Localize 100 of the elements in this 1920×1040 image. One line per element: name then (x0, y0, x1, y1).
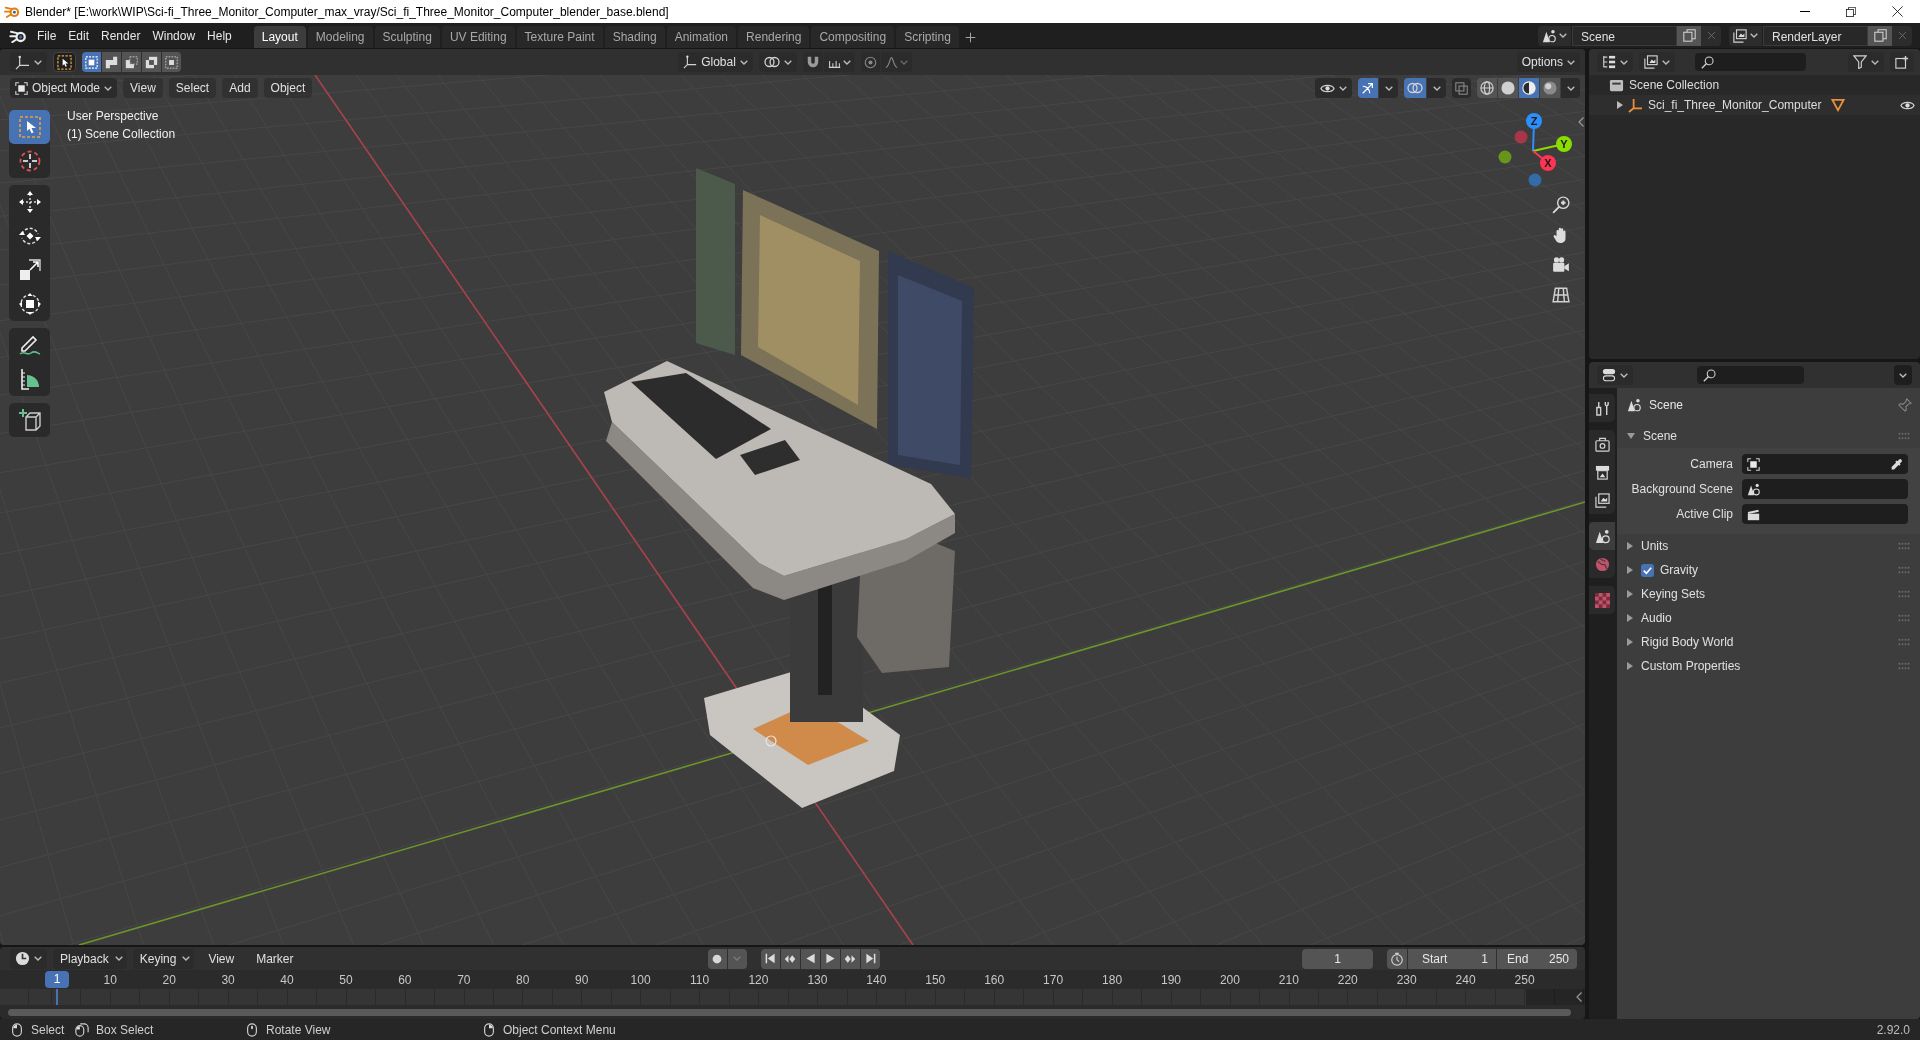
data-field[interactable] (1742, 504, 1908, 524)
panel-header[interactable]: Audio (1627, 606, 1912, 630)
workspace-tab[interactable]: Shading (604, 26, 665, 48)
select-mode-button[interactable] (82, 52, 101, 72)
options-dropdown[interactable]: Options (1516, 52, 1580, 72)
select-mode-button[interactable] (122, 52, 141, 72)
menu-item[interactable]: Object (263, 78, 313, 98)
panel-options-dropdown[interactable] (1894, 365, 1912, 385)
checkbox[interactable] (1641, 563, 1654, 577)
end-frame-field[interactable]: End 250 (1497, 948, 1577, 969)
data-field[interactable] (1742, 479, 1908, 499)
menu-item[interactable]: File (31, 25, 63, 46)
select-mode-button[interactable] (162, 52, 181, 72)
pin-icon[interactable] (1898, 398, 1912, 412)
negative-axis-handle[interactable] (1498, 150, 1512, 164)
scene-name-field[interactable]: Scene (1572, 25, 1677, 46)
drag-handle-icon[interactable] (1898, 638, 1910, 646)
menu-dropdown[interactable]: Keying (132, 948, 195, 969)
tool-button[interactable] (9, 110, 50, 144)
data-field[interactable] (1742, 454, 1908, 474)
horizontal-scrollbar[interactable] (8, 1008, 1571, 1016)
new-collection-button[interactable] (1890, 52, 1914, 72)
menu-dropdown[interactable]: Playback (53, 948, 127, 969)
editor-type-button[interactable] (10, 52, 47, 72)
editor-type-button[interactable] (1597, 365, 1633, 385)
drag-handle-icon[interactable] (1898, 432, 1910, 440)
workspace-tab[interactable]: Rendering (738, 26, 810, 48)
workspace-tab[interactable]: Modeling (307, 26, 373, 48)
drag-handle-icon[interactable] (1898, 614, 1910, 622)
start-frame-field[interactable]: Start 1 (1408, 948, 1496, 969)
view-layer-dropdown[interactable] (1639, 52, 1675, 72)
display-mode-button[interactable] (1597, 52, 1633, 72)
record-button[interactable] (707, 948, 727, 969)
outliner-item[interactable]: Scene Collection (1589, 75, 1920, 95)
panel-header[interactable]: Units (1627, 534, 1912, 558)
filter-dropdown[interactable] (1848, 52, 1884, 72)
eyedropper-icon[interactable] (1890, 457, 1903, 471)
workspace-tab[interactable]: UV Editing (441, 26, 515, 48)
panel-header[interactable]: Custom Properties (1627, 654, 1912, 678)
pivot-dropdown[interactable] (758, 52, 797, 72)
menu-item[interactable]: View (123, 78, 163, 98)
menu-item[interactable]: Window (146, 25, 202, 46)
search-field[interactable] (1695, 53, 1806, 71)
menu-item[interactable]: Select (168, 78, 217, 98)
overlay-toggle[interactable] (1404, 78, 1426, 98)
outliner-item[interactable]: Sci_fi_Three_Monitor_Computer (1589, 95, 1920, 115)
select-mode-button[interactable] (102, 52, 121, 72)
proportional-edit-toggle[interactable] (860, 52, 880, 72)
chevron-left-icon[interactable] (1578, 117, 1584, 127)
jump-to-start-button[interactable] (760, 948, 780, 969)
axis-handle[interactable]: Y (1532, 136, 1572, 152)
orientation-dropdown[interactable]: Global (678, 52, 753, 72)
shading-dropdown[interactable] (1561, 78, 1580, 98)
active-tool-button[interactable] (53, 52, 76, 72)
gizmo-dropdown[interactable] (1379, 78, 1398, 98)
negative-axis-handle[interactable] (1528, 173, 1542, 187)
workspace-tab[interactable]: Animation (666, 26, 737, 48)
workspace-tab[interactable]: Compositing (811, 26, 895, 48)
panel-header[interactable]: Scene (1627, 424, 1912, 448)
zoom-icon[interactable] (1552, 196, 1570, 214)
search-field[interactable] (1697, 366, 1804, 384)
axis-handle[interactable]: Z (1526, 113, 1542, 152)
properties-tab[interactable] (1589, 522, 1615, 550)
perspective-grid-icon[interactable] (1552, 286, 1570, 304)
visibility-dropdown[interactable] (1315, 78, 1352, 98)
drag-handle-icon[interactable] (1898, 590, 1910, 598)
falloff-dropdown[interactable] (880, 52, 912, 72)
workspace-tab[interactable]: Scripting (896, 26, 959, 48)
view-layer-browse-button[interactable] (1729, 25, 1762, 46)
menu-item[interactable]: View (200, 951, 243, 966)
workspace-tab[interactable]: Layout (253, 26, 306, 48)
triangle-right-icon[interactable] (1617, 101, 1623, 109)
previous-keyframe-button[interactable] (780, 948, 800, 969)
drag-handle-icon[interactable] (1898, 662, 1910, 670)
workspace-tab[interactable]: Sculpting (374, 26, 440, 48)
next-keyframe-button[interactable] (840, 948, 860, 969)
jump-to-end-button[interactable] (860, 948, 880, 969)
chevron-left-icon[interactable] (1576, 992, 1582, 1002)
movie-camera-icon[interactable] (1552, 256, 1570, 274)
shading-button[interactable] (1477, 78, 1497, 98)
xray-toggle[interactable] (1452, 78, 1471, 98)
panel-header[interactable]: Rigid Body World (1627, 630, 1912, 654)
negative-axis-handle[interactable] (1514, 130, 1528, 144)
drag-handle-icon[interactable] (1898, 566, 1910, 574)
panel-header[interactable]: Keying Sets (1627, 582, 1912, 606)
menu-item[interactable]: Help (201, 25, 238, 46)
snap-target-dropdown[interactable] (823, 52, 855, 72)
snap-toggle[interactable] (802, 52, 823, 72)
mode-dropdown[interactable]: Object Mode (10, 78, 118, 98)
overlay-dropdown[interactable] (1427, 78, 1446, 98)
view-layer-name-field[interactable]: RenderLayer (1763, 25, 1868, 46)
menu-item[interactable]: Render (95, 25, 147, 46)
menu-item[interactable]: Add (222, 78, 258, 98)
menu-item[interactable]: Edit (62, 25, 96, 46)
current-frame-field[interactable]: 1 (1302, 948, 1373, 969)
play-reverse-button[interactable] (800, 948, 820, 969)
drag-handle-icon[interactable] (1898, 542, 1910, 550)
blender-logo-icon[interactable] (9, 28, 27, 43)
gizmo-toggle[interactable] (1358, 78, 1378, 98)
new-view-layer-button[interactable] (1868, 25, 1892, 46)
